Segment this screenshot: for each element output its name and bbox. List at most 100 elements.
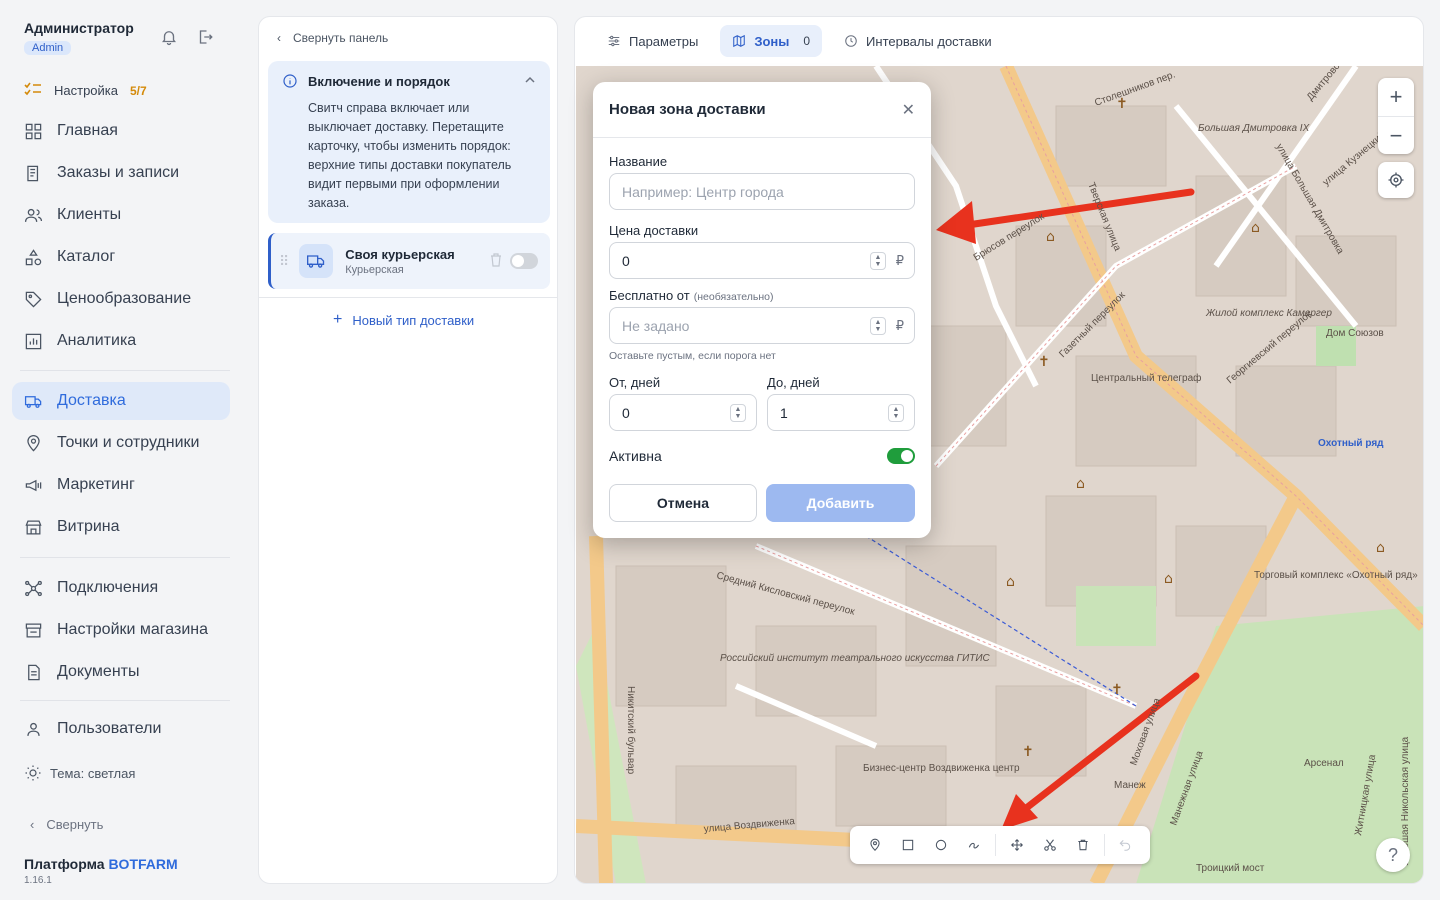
nav-main: Главная Заказы и записи Клиенты Каталог …	[12, 112, 230, 364]
move-tool-icon[interactable]	[1000, 830, 1033, 860]
tag-icon	[25, 291, 42, 308]
cancel-button[interactable]: Отмена	[609, 484, 757, 522]
document-icon	[28, 664, 40, 680]
rectangle-tool-icon[interactable]	[891, 830, 924, 860]
setup-progress[interactable]: Настройка 5/7	[24, 82, 147, 99]
sliders-icon	[608, 35, 620, 47]
svg-text:⌂: ⌂	[1251, 220, 1260, 236]
svg-text:Троицкий мост: Троицкий мост	[1196, 863, 1265, 874]
svg-text:Бизнес-центр Воздвиженка центр: Бизнес-центр Воздвиженка центр	[863, 763, 1020, 774]
truck-icon	[24, 395, 42, 408]
tab-intervals[interactable]: Интервалы доставки	[832, 25, 1004, 57]
nav-item-documents[interactable]: Документы	[12, 653, 230, 691]
stepper-icon[interactable]: ▲ ▼	[870, 317, 886, 335]
nav-item-pricing[interactable]: Ценообразование	[12, 280, 230, 318]
nav-item-home[interactable]: Главная	[12, 112, 230, 150]
delete-tool-icon[interactable]	[1066, 830, 1099, 860]
brand: Платформа BOTFARM	[24, 856, 178, 872]
nav-item-integrations[interactable]: Подключения	[12, 569, 230, 607]
svg-text:✝: ✝	[1116, 96, 1128, 112]
theme-toggle[interactable]: Тема: светлая	[24, 764, 135, 782]
collapse-panel-button[interactable]: ‹ Свернуть панель	[277, 31, 388, 45]
delivery-type-card[interactable]: ⠿ Своя курьерская Курьерская	[268, 233, 550, 289]
nav-item-orders[interactable]: Заказы и записи	[12, 154, 230, 192]
nav-item-catalog[interactable]: Каталог	[12, 238, 230, 276]
new-zone-dialog: Новая зона доставки ✕ Название Например:…	[593, 82, 931, 538]
svg-text:⌂: ⌂	[1046, 229, 1055, 245]
enable-toggle[interactable]	[510, 253, 538, 269]
nav-item-points[interactable]: Точки и сотрудники	[12, 424, 230, 462]
free-from-input[interactable]: Не задано ▲ ▼ ₽	[609, 307, 915, 344]
stepper-icon[interactable]: ▲ ▼	[870, 252, 886, 270]
help-button[interactable]: ?	[1376, 838, 1410, 872]
add-button[interactable]: Добавить	[766, 484, 915, 522]
locate-icon	[1388, 172, 1404, 188]
stepper-icon[interactable]: ▲ ▼	[888, 404, 904, 422]
chevron-left-icon: ‹	[277, 31, 281, 45]
svg-text:Российский институт театрально: Российский институт театрального искусст…	[720, 653, 991, 664]
drag-handle-icon[interactable]: ⠿	[279, 253, 289, 270]
trash-icon[interactable]	[490, 253, 502, 272]
circle-tool-icon[interactable]	[925, 830, 958, 860]
svg-text:Охотный ряд: Охотный ряд	[1318, 438, 1384, 449]
nav-item-clients[interactable]: Клиенты	[12, 196, 230, 234]
svg-text:✝: ✝	[1038, 354, 1050, 370]
zoom-control: + −	[1378, 78, 1414, 154]
chevron-up-icon[interactable]	[524, 74, 536, 89]
undo-icon[interactable]	[1109, 830, 1142, 860]
card-title: Своя курьерская	[345, 246, 455, 262]
zoom-out-button[interactable]: −	[1378, 116, 1414, 154]
sun-icon	[25, 765, 41, 781]
truck-icon	[299, 244, 334, 278]
nav-item-shop-settings[interactable]: Настройки магазина	[12, 611, 230, 649]
active-label: Активна	[609, 448, 662, 464]
active-toggle[interactable]	[887, 448, 915, 464]
marker-tool-icon[interactable]	[858, 830, 891, 860]
svg-text:⌂: ⌂	[1006, 574, 1015, 590]
to-days-input[interactable]: 1 ▲ ▼	[767, 394, 915, 431]
checklist-icon	[24, 82, 42, 99]
nav-divider	[20, 370, 230, 371]
close-icon[interactable]: ✕	[902, 100, 915, 120]
logout-icon[interactable]	[196, 28, 214, 51]
nav-item-analytics[interactable]: Аналитика	[12, 322, 230, 360]
nav-users: Пользователи	[12, 710, 230, 752]
svg-text:⌂: ⌂	[1376, 540, 1385, 556]
zones-count-badge: 0	[803, 34, 811, 48]
nav-item-storefront[interactable]: Витрина	[12, 508, 230, 546]
new-delivery-type-button[interactable]: + Новый тип доставки	[333, 311, 474, 329]
collapse-sidebar-button[interactable]: ‹ Свернуть	[30, 817, 103, 832]
nav-item-marketing[interactable]: Маркетинг	[12, 466, 230, 504]
network-icon	[25, 580, 42, 596]
price-input[interactable]: 0 ▲ ▼ ₽	[609, 242, 915, 279]
free-from-hint: Оставьте пустым, если порога нет	[609, 350, 776, 362]
info-title: Включение и порядок	[308, 73, 450, 89]
nav-item-users[interactable]: Пользователи	[12, 710, 230, 748]
locate-button[interactable]	[1378, 162, 1414, 198]
user-icon	[27, 722, 40, 736]
setup-label: Настройка	[54, 83, 118, 98]
map-icon	[733, 34, 746, 48]
nav-item-delivery[interactable]: Доставка	[12, 382, 230, 420]
currency-symbol: ₽	[895, 252, 904, 268]
users-icon	[24, 208, 43, 222]
tab-zones[interactable]: Зоны 0	[720, 25, 823, 57]
svg-text:Центральный телеграф: Центральный телеграф	[1091, 372, 1201, 384]
info-text: Свитч справа включает или выключает дост…	[308, 101, 512, 210]
from-days-label: От, дней	[609, 375, 661, 390]
price-label: Цена доставки	[609, 223, 699, 238]
bell-icon[interactable]	[160, 28, 178, 51]
stepper-icon[interactable]: ▲ ▼	[730, 404, 746, 422]
nav-system: Подключения Настройки магазина Документы	[12, 569, 230, 695]
to-days-label: До, дней	[767, 375, 820, 390]
sidebar: Администратор Admin Настройка 5/7 Главна…	[0, 0, 242, 900]
user-block: Администратор Admin	[24, 20, 134, 56]
cut-tool-icon[interactable]	[1033, 830, 1066, 860]
from-days-input[interactable]: 0 ▲ ▼	[609, 394, 757, 431]
info-icon	[283, 74, 297, 88]
svg-text:Арсенал: Арсенал	[1304, 758, 1344, 769]
zone-name-input[interactable]: Например: Центр города	[609, 173, 915, 210]
freehand-tool-icon[interactable]	[958, 830, 991, 860]
zoom-in-button[interactable]: +	[1378, 78, 1414, 116]
tab-params[interactable]: Параметры	[595, 25, 710, 57]
